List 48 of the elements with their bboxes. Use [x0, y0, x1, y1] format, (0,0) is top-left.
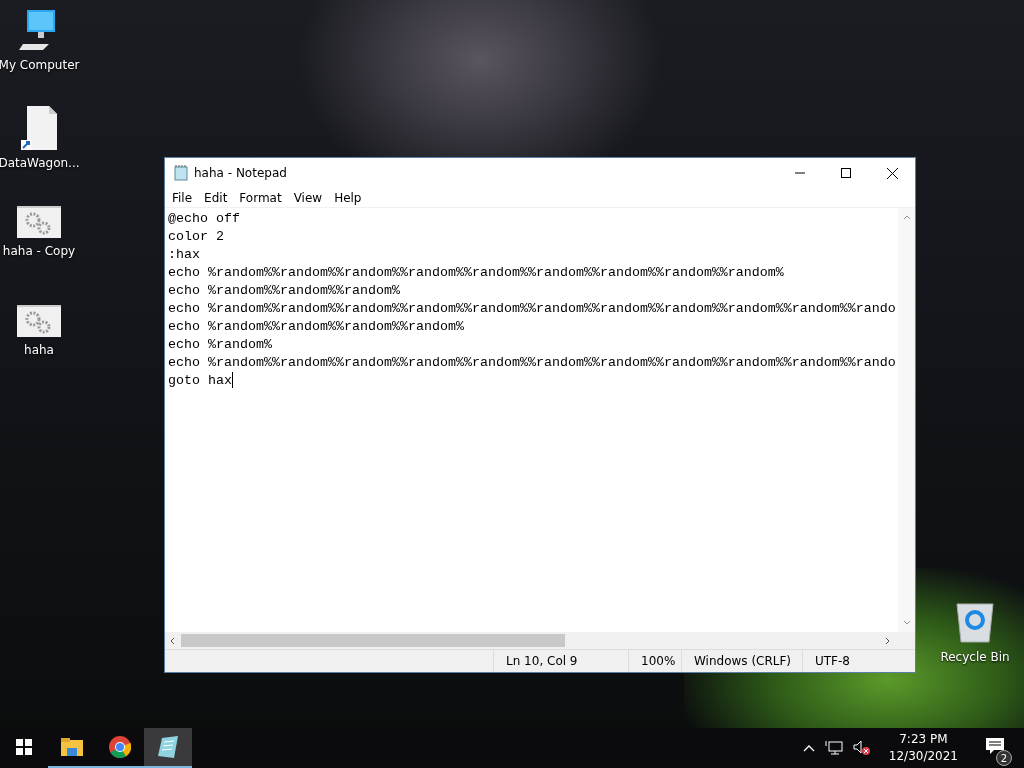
code-line: echo %random% — [168, 337, 272, 352]
status-field: Windows (CRLF) — [681, 650, 802, 672]
menu-item[interactable]: View — [287, 190, 329, 205]
close-icon — [886, 167, 898, 179]
code-line: goto hax — [168, 373, 232, 388]
taskbar-button[interactable] — [144, 728, 192, 768]
scroll-right-icon[interactable] — [885, 636, 891, 645]
code-line: echo %random%%random%%random%%random%%random%%random%%random%%random%%random%%random%%rando — [168, 301, 896, 316]
clock-date[interactable]: 12/30/2021 — [888, 748, 958, 765]
notification-count: 2 — [996, 750, 1012, 766]
code-line: echo %random%%random%%random%%random%%random%%random%%random%%random%%random%%random%%rando — [168, 355, 896, 370]
document-shortcut-icon[interactable] — [19, 106, 59, 150]
notepad-icon — [174, 165, 188, 181]
code-line: echo %random%%random%%random% — [168, 283, 400, 298]
notepad-icon — [158, 736, 178, 758]
menu-item[interactable]: Help — [328, 190, 368, 205]
code-line: :hax — [168, 247, 200, 262]
window-title: haha - Notepad — [194, 166, 287, 180]
status-field: Ln 10, Col 9 — [493, 650, 628, 672]
chevron-up-icon[interactable] — [802, 744, 815, 752]
folder-icon — [61, 738, 83, 756]
desktop-icon-label[interactable]: My Computer — [0, 58, 80, 72]
network-icon[interactable] — [824, 740, 843, 756]
horizontal-scrollbar[interactable] — [165, 632, 915, 649]
menu-item[interactable]: Format — [233, 190, 288, 205]
browser-icon — [109, 736, 131, 758]
desktop-icon-label[interactable]: haha — [24, 343, 54, 357]
scroll-down-icon[interactable] — [902, 620, 911, 626]
code-line: @echo off — [168, 211, 240, 226]
desktop-icon-label[interactable]: Recycle Bin — [940, 650, 1010, 664]
scroll-left-icon[interactable] — [169, 636, 175, 645]
code-line: echo %random%%random%%random%%random% — [168, 319, 464, 334]
recycle-bin-icon[interactable] — [955, 600, 995, 644]
status-field: 100% — [628, 650, 681, 672]
vertical-scrollbar[interactable] — [898, 208, 915, 632]
maximize-icon — [841, 168, 851, 178]
scroll-up-icon[interactable] — [902, 214, 911, 220]
clock-time[interactable]: 7:23 PM — [899, 731, 948, 748]
menu-item[interactable]: File — [166, 190, 199, 205]
code-line: echo %random%%random%%random%%random%%random%%random%%random%%random%%random% — [168, 265, 784, 280]
speaker-icon[interactable] — [852, 740, 871, 756]
code-line: color 2 — [168, 229, 224, 244]
desktop-icon-label[interactable]: DataWagon... — [0, 156, 80, 170]
notification-icon[interactable] — [986, 738, 1004, 754]
status-field: UTF-8 — [802, 650, 915, 672]
menu-item[interactable]: Edit — [198, 190, 234, 205]
desktop-icon-label[interactable]: haha - Copy — [2, 244, 76, 258]
windows-logo-icon — [16, 739, 32, 755]
